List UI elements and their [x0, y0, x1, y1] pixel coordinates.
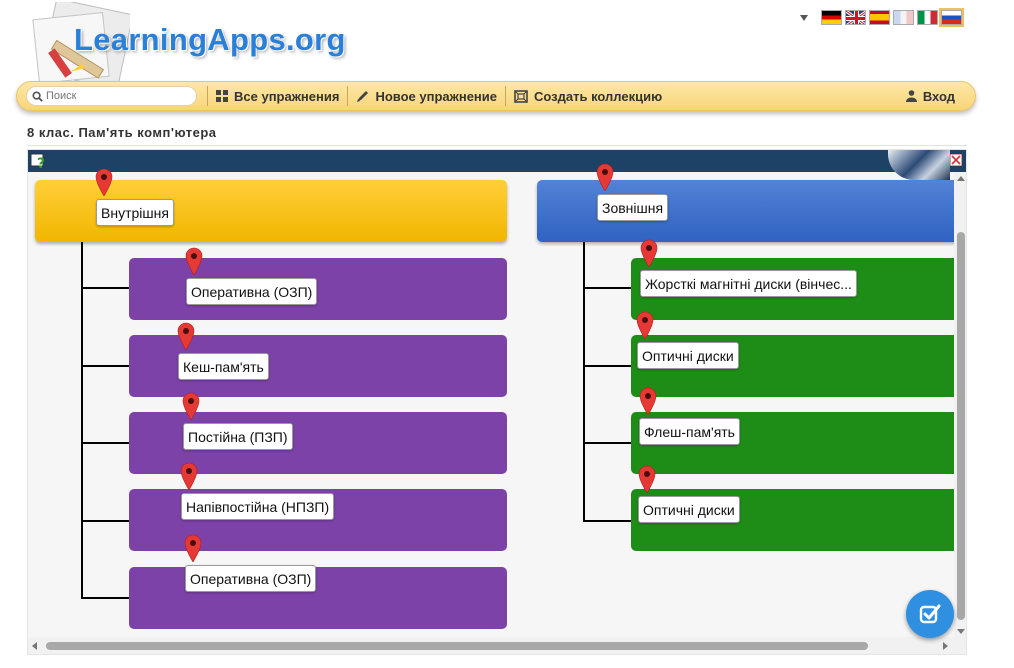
logo[interactable]: LearningApps.org — [74, 22, 346, 58]
pin-icon — [596, 163, 614, 191]
tree-line — [81, 287, 129, 289]
tree-line — [81, 520, 129, 522]
user-icon — [905, 90, 917, 102]
draggable-card[interactable]: Оптичні диски — [637, 342, 739, 369]
flag-de-icon[interactable] — [821, 10, 842, 25]
draggable-card[interactable]: Напівпостійна (НПЗП) — [181, 493, 335, 520]
vertical-scroll-thumb[interactable] — [957, 232, 965, 620]
create-collection-label: Создать коллекцию — [534, 88, 663, 104]
check-answers-button[interactable] — [906, 590, 954, 638]
grid-icon — [216, 90, 228, 102]
horizontal-scrollbar[interactable] — [28, 637, 966, 654]
tree-line — [583, 442, 631, 444]
pencil-icon — [357, 90, 369, 102]
app-frame: ? Внутрішня Зовнішня Оперативна (ОЗП) Ке… — [27, 149, 967, 655]
draggable-card[interactable]: Кеш-пам'ять — [178, 353, 269, 380]
draggable-card[interactable]: Оптичні диски — [638, 496, 740, 523]
new-exercise-label: Новое упражнение — [375, 88, 498, 104]
language-bar — [800, 8, 964, 27]
pin-icon — [640, 239, 658, 267]
help-icon[interactable]: ? — [31, 153, 47, 169]
pin-icon — [177, 322, 195, 350]
pin-icon — [636, 311, 654, 339]
draggable-card[interactable]: Оперативна (ОЗП) — [185, 565, 317, 592]
nav-divider — [347, 86, 349, 106]
scroll-left-icon[interactable] — [32, 642, 37, 650]
tree-line — [81, 597, 129, 599]
nav-divider — [505, 86, 507, 106]
create-collection-link[interactable]: Создать коллекцию — [514, 89, 662, 104]
horizontal-scroll-thumb[interactable] — [46, 642, 868, 650]
all-exercises-link[interactable]: Все упражнения — [216, 89, 339, 104]
tree-line — [583, 242, 585, 522]
tree-line — [81, 442, 129, 444]
scroll-up-icon[interactable] — [957, 176, 965, 181]
flag-ru-icon[interactable] — [939, 8, 964, 27]
close-icon[interactable] — [950, 154, 962, 166]
nav-bar: Все упражнения Новое упражнение Создать … — [16, 81, 976, 111]
draggable-card[interactable]: Оперативна (ОЗП) — [186, 278, 318, 305]
nav-divider — [207, 86, 208, 106]
tree-line — [583, 520, 631, 522]
flag-en-icon[interactable] — [845, 10, 866, 25]
group-label-internal[interactable]: Внутрішня — [96, 199, 174, 226]
draggable-card[interactable]: Флеш-пам'ять — [639, 418, 740, 445]
check-icon — [919, 604, 941, 624]
page-title: 8 клас. Пам'ять комп'ютера — [27, 125, 217, 140]
pin-icon — [638, 465, 656, 493]
all-exercises-label: Все упражнения — [234, 88, 340, 104]
flag-es-icon[interactable] — [869, 10, 890, 25]
flag-fr-icon[interactable] — [893, 10, 914, 25]
pin-icon — [182, 392, 200, 420]
tree-line — [81, 365, 129, 367]
vertical-scrollbar[interactable] — [954, 172, 966, 637]
pin-icon — [180, 462, 198, 490]
title-divider — [27, 145, 967, 146]
draggable-card[interactable]: Жорсткі магнітні диски (вінчес... — [640, 270, 857, 297]
group-label-external[interactable]: Зовнішня — [597, 194, 669, 221]
tree-line — [81, 242, 83, 599]
pin-icon — [184, 534, 202, 562]
exercise-canvas: Внутрішня Зовнішня Оперативна (ОЗП) Кеш-… — [28, 163, 966, 637]
new-exercise-link[interactable]: Новое упражнение — [356, 89, 497, 104]
svg-text:?: ? — [37, 156, 45, 169]
chevron-down-icon[interactable] — [800, 14, 808, 21]
tree-line — [583, 365, 631, 367]
collection-icon — [514, 89, 528, 103]
search-input[interactable] — [46, 90, 186, 102]
login-link[interactable]: Вход — [905, 88, 955, 104]
search-icon — [32, 90, 43, 102]
app-top-bar: ? — [28, 150, 966, 180]
pin-icon — [95, 168, 113, 196]
tree-line — [583, 287, 631, 289]
scroll-right-icon[interactable] — [943, 642, 948, 650]
pin-icon — [185, 247, 203, 275]
flag-it-icon[interactable] — [917, 10, 938, 25]
search-box[interactable] — [26, 86, 197, 106]
pin-icon — [639, 387, 657, 415]
draggable-card[interactable]: Постійна (ПЗП) — [183, 423, 293, 450]
scroll-down-icon[interactable] — [957, 629, 965, 634]
login-label: Вход — [922, 88, 955, 104]
